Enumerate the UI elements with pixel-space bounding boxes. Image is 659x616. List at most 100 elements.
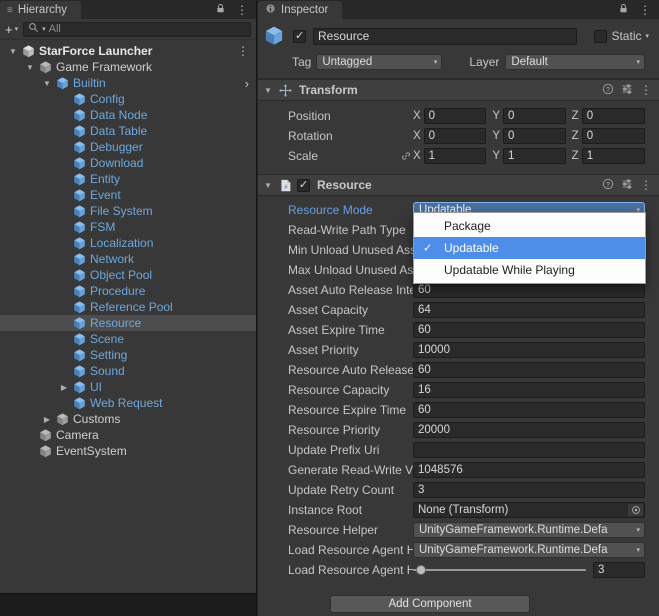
hierarchy-item-ui[interactable]: ▶UI bbox=[0, 379, 256, 395]
hierarchy-item-setting[interactable]: Setting bbox=[0, 347, 256, 363]
vector-field[interactable]: 1 bbox=[503, 148, 566, 164]
transform-header[interactable]: ▼ Transform ? ⋮ bbox=[258, 79, 659, 101]
presets-icon[interactable] bbox=[621, 83, 633, 98]
active-checkbox[interactable] bbox=[293, 30, 306, 43]
slider-handle[interactable] bbox=[416, 565, 426, 575]
hierarchy-item-file-system[interactable]: File System bbox=[0, 203, 256, 219]
foldout-arrow[interactable]: ▼ bbox=[23, 63, 37, 72]
vector-field[interactable]: 0 bbox=[503, 128, 566, 144]
constrain-proportions-icon[interactable] bbox=[399, 150, 413, 162]
hierarchy-item-camera[interactable]: Camera bbox=[0, 427, 256, 443]
static-dropdown-icon[interactable]: ▾ bbox=[645, 32, 649, 40]
object-field[interactable]: None (Transform) bbox=[413, 502, 645, 518]
object-picker-icon[interactable] bbox=[628, 504, 643, 516]
property-label: Update Prefix Uri bbox=[288, 443, 413, 457]
text-field[interactable]: 3 bbox=[413, 482, 645, 498]
text-field[interactable]: 16 bbox=[413, 382, 645, 398]
prefab-cube-icon[interactable] bbox=[263, 25, 285, 47]
component-menu-icon[interactable]: ⋮ bbox=[640, 179, 652, 191]
foldout-arrow[interactable]: ▼ bbox=[262, 181, 274, 190]
hierarchy-item-object-pool[interactable]: Object Pool bbox=[0, 267, 256, 283]
dropdown-option-updatable-while-playing[interactable]: Updatable While Playing bbox=[414, 259, 645, 281]
tag-dropdown[interactable]: Untagged ▾ bbox=[316, 54, 442, 70]
hierarchy-item-event[interactable]: Event bbox=[0, 187, 256, 203]
axis-label: Z bbox=[572, 150, 579, 162]
text-field[interactable]: 20000 bbox=[413, 422, 645, 438]
vector-field[interactable]: 0 bbox=[424, 108, 487, 124]
hierarchy-item-config[interactable]: Config bbox=[0, 91, 256, 107]
hierarchy-item-procedure[interactable]: Procedure bbox=[0, 283, 256, 299]
hierarchy-item-scene[interactable]: Scene bbox=[0, 331, 256, 347]
text-field[interactable] bbox=[413, 442, 645, 458]
text-field[interactable]: 60 bbox=[413, 322, 645, 338]
vector-field[interactable]: 1 bbox=[582, 148, 645, 164]
enum-dropdown[interactable]: UnityGameFramework.Runtime.Defa▾ bbox=[413, 522, 645, 538]
text-field[interactable]: 10000 bbox=[413, 342, 645, 358]
foldout-arrow[interactable]: ▼ bbox=[40, 79, 54, 88]
layer-dropdown[interactable]: Default ▾ bbox=[505, 54, 645, 70]
slider-track[interactable] bbox=[413, 569, 586, 571]
hierarchy-item-game-framework[interactable]: ▼Game Framework bbox=[0, 59, 256, 75]
panel-menu-icon[interactable]: ⋮ bbox=[236, 4, 248, 16]
check-icon: ✓ bbox=[423, 242, 432, 255]
dropdown-option-updatable[interactable]: ✓Updatable bbox=[414, 237, 645, 259]
transform-row-scale: ScaleX1Y1Z1 bbox=[288, 146, 645, 166]
hierarchy-item-network[interactable]: Network bbox=[0, 251, 256, 267]
vector-field[interactable]: 0 bbox=[503, 108, 566, 124]
hierarchy-item-debugger[interactable]: Debugger bbox=[0, 139, 256, 155]
foldout-arrow[interactable]: ▶ bbox=[57, 383, 71, 392]
plus-icon: + bbox=[5, 22, 13, 37]
component-enabled-checkbox[interactable] bbox=[297, 179, 310, 192]
hierarchy-item-entity[interactable]: Entity bbox=[0, 171, 256, 187]
text-field[interactable]: 1048576 bbox=[413, 462, 645, 478]
vector-field[interactable]: 1 bbox=[424, 148, 487, 164]
foldout-arrow[interactable]: ▼ bbox=[262, 86, 274, 95]
search-input[interactable]: ▾ All bbox=[23, 22, 251, 37]
foldout-arrow[interactable]: ▼ bbox=[6, 47, 20, 56]
lock-icon[interactable] bbox=[215, 3, 226, 17]
hierarchy-item-customs[interactable]: ▶Customs bbox=[0, 411, 256, 427]
scene-options-icon[interactable]: ⋮ bbox=[237, 45, 256, 57]
gameobject-name-field[interactable]: Resource bbox=[313, 28, 577, 45]
foldout-arrow[interactable]: ▶ bbox=[40, 415, 54, 424]
hierarchy-item-fsm[interactable]: FSM bbox=[0, 219, 256, 235]
hierarchy-item-data-node[interactable]: Data Node bbox=[0, 107, 256, 123]
help-icon[interactable]: ? bbox=[602, 178, 614, 193]
text-field[interactable]: 64 bbox=[413, 302, 645, 318]
help-icon[interactable]: ? bbox=[602, 83, 614, 98]
search-filter-chevron-icon[interactable]: ▾ bbox=[42, 25, 46, 33]
tab-inspector[interactable]: Inspector bbox=[258, 1, 342, 19]
dropdown-option-package[interactable]: Package bbox=[414, 215, 645, 237]
property-label: Update Retry Count bbox=[288, 483, 413, 497]
hierarchy-item-data-table[interactable]: Data Table bbox=[0, 123, 256, 139]
slider-value-field[interactable]: 3 bbox=[593, 562, 645, 578]
prefab-icon bbox=[71, 349, 87, 362]
vector-field[interactable]: 0 bbox=[582, 128, 645, 144]
create-object-button[interactable]: +▾ bbox=[5, 22, 18, 37]
text-field[interactable]: 60 bbox=[413, 402, 645, 418]
add-component-button[interactable]: Add Component bbox=[330, 595, 530, 613]
component-menu-icon[interactable]: ⋮ bbox=[640, 84, 652, 96]
presets-icon[interactable] bbox=[621, 178, 633, 193]
hierarchy-item-eventsystem[interactable]: EventSystem bbox=[0, 443, 256, 459]
lock-icon[interactable] bbox=[618, 3, 629, 17]
hierarchy-item-download[interactable]: Download bbox=[0, 155, 256, 171]
vector-field[interactable]: 0 bbox=[424, 128, 487, 144]
enum-dropdown[interactable]: UnityGameFramework.Runtime.Defa▾ bbox=[413, 542, 645, 558]
vector-field[interactable]: 0 bbox=[582, 108, 645, 124]
open-prefab-icon[interactable]: › bbox=[245, 76, 256, 91]
hierarchy-item-reference-pool[interactable]: Reference Pool bbox=[0, 299, 256, 315]
hierarchy-item-label: EventSystem bbox=[56, 444, 127, 458]
text-field[interactable]: 60 bbox=[413, 282, 645, 298]
resource-header[interactable]: ▼ # Resource ? ⋮ bbox=[258, 174, 659, 196]
hierarchy-item-starforce-launcher[interactable]: ▼StarForce Launcher⋮ bbox=[0, 43, 256, 59]
text-field[interactable]: 60 bbox=[413, 362, 645, 378]
panel-menu-icon[interactable]: ⋮ bbox=[639, 4, 651, 16]
hierarchy-item-builtin[interactable]: ▼Builtin› bbox=[0, 75, 256, 91]
hierarchy-item-sound[interactable]: Sound bbox=[0, 363, 256, 379]
static-checkbox[interactable] bbox=[594, 30, 607, 43]
hierarchy-item-web-request[interactable]: Web Request bbox=[0, 395, 256, 411]
hierarchy-item-resource[interactable]: Resource bbox=[0, 315, 256, 331]
tab-hierarchy[interactable]: ≡ Hierarchy bbox=[0, 1, 81, 19]
hierarchy-item-localization[interactable]: Localization bbox=[0, 235, 256, 251]
